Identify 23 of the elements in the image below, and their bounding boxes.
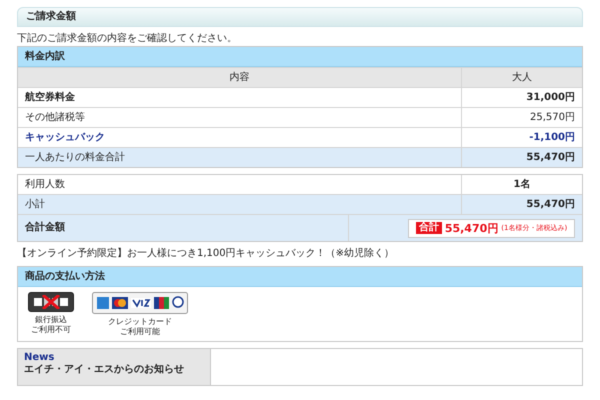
table-cell: 一人あたりの料金合計 bbox=[18, 148, 462, 167]
table-cell-text: 55,470円 bbox=[525, 151, 576, 165]
news-text: エイチ・アイ・エスからのお知らせ bbox=[24, 364, 185, 376]
table-cell-text: 55,470円 bbox=[525, 198, 576, 212]
column-header: 大人 bbox=[511, 70, 533, 85]
total-amount: 55,470円 bbox=[444, 220, 498, 236]
total-badge: 合計 bbox=[416, 222, 442, 234]
promo-text: 【オンライン予約限定】お一人様につき1,100円キャッシュバック！（※幼児除く） bbox=[17, 247, 396, 261]
table-cell-text: -1,100円 bbox=[528, 131, 576, 145]
table-cell: その他諸税等 bbox=[18, 108, 462, 127]
intro-text: 下記のご請求金額の内容をご確認してください。 bbox=[17, 32, 238, 46]
table-title-bar: 商品の支払い方法 bbox=[18, 267, 582, 287]
table-cell-text: 31,000円 bbox=[525, 91, 576, 105]
payment-caption: 銀行振込 ご利用不可 bbox=[31, 315, 71, 335]
payment-caption: クレジットカード ご利用可能 bbox=[108, 317, 172, 337]
table-cell-text: 25,570円 bbox=[529, 111, 576, 125]
table-cell-text: 1名 bbox=[512, 178, 532, 192]
column-header: 内容 bbox=[18, 68, 462, 87]
table-cell: 航空券料金 bbox=[18, 88, 462, 107]
news-heading: News bbox=[24, 352, 56, 364]
section-title-bar: ご請求金額 bbox=[17, 7, 583, 27]
table-title-bar: 料金内訳 bbox=[18, 47, 582, 67]
table-cell: 合計金額 bbox=[18, 215, 349, 241]
